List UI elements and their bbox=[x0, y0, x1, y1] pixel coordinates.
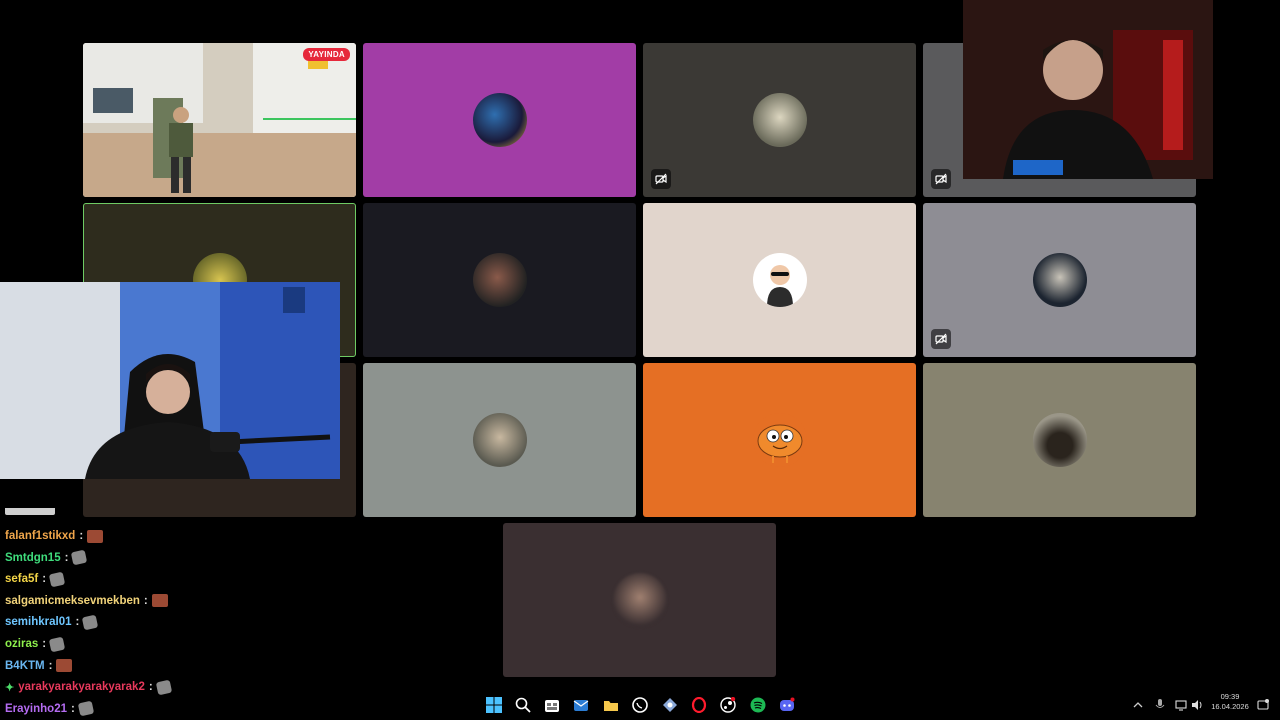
volume-icon[interactable] bbox=[1190, 698, 1204, 712]
tile-participant-7[interactable] bbox=[643, 203, 916, 357]
chat-username[interactable]: Smtdgn15 bbox=[5, 552, 61, 564]
avatar bbox=[1032, 253, 1087, 307]
game-icon[interactable] bbox=[660, 695, 680, 715]
clock-time: 09:39 bbox=[1220, 692, 1240, 701]
muted-camera-badge bbox=[931, 169, 951, 189]
avatar bbox=[752, 93, 807, 147]
widgets-icon[interactable] bbox=[542, 695, 562, 715]
taskbar bbox=[0, 690, 1280, 720]
chat-username[interactable]: sefa5f bbox=[5, 573, 38, 585]
webcam-feed bbox=[0, 282, 340, 479]
spotify-icon[interactable] bbox=[748, 695, 768, 715]
muted-camera-badge bbox=[651, 169, 671, 189]
avatar bbox=[472, 253, 527, 307]
chat-username[interactable]: B4KTM bbox=[5, 660, 45, 672]
avatar bbox=[752, 413, 807, 467]
clock-date: 16.04.2026 bbox=[1211, 702, 1249, 711]
chat-separator: : bbox=[79, 530, 84, 542]
tile-participant-10[interactable] bbox=[363, 363, 636, 517]
avatar bbox=[612, 573, 667, 627]
mail-icon[interactable] bbox=[571, 695, 591, 715]
chat-separator: : bbox=[42, 638, 47, 650]
chat-message: sefa5f: bbox=[5, 569, 66, 589]
tile-participant-13[interactable] bbox=[503, 523, 776, 677]
steam-icon[interactable] bbox=[718, 695, 738, 715]
avatar bbox=[752, 253, 807, 307]
avatar bbox=[472, 413, 527, 467]
tile-participant-11[interactable] bbox=[643, 363, 916, 517]
notification-icon[interactable] bbox=[1256, 698, 1270, 712]
chat-message: Smtdgn15: bbox=[5, 548, 88, 568]
chat-message: B4KTM: bbox=[5, 656, 73, 676]
live-badge: YAYINDA bbox=[303, 48, 350, 61]
whatsapp-icon[interactable] bbox=[630, 695, 650, 715]
avatar bbox=[1032, 413, 1087, 467]
tile-participant-2[interactable] bbox=[363, 43, 636, 197]
microphone-icon[interactable] bbox=[1153, 698, 1167, 712]
avatar bbox=[472, 93, 527, 147]
muted-camera-badge bbox=[931, 329, 951, 349]
chat-separator: : bbox=[64, 551, 69, 564]
pet-emote-icon bbox=[48, 636, 66, 652]
tile-participant-6[interactable] bbox=[363, 203, 636, 357]
windows-start-icon[interactable] bbox=[484, 695, 504, 715]
chevron-up-icon[interactable] bbox=[1131, 698, 1145, 712]
chat-separator: : bbox=[42, 573, 47, 586]
chat-message: oziras: bbox=[5, 634, 66, 654]
emote-image bbox=[56, 659, 73, 673]
camera-off-icon bbox=[935, 333, 947, 345]
tile-participant-3[interactable] bbox=[643, 43, 916, 197]
chat-username[interactable]: salgamicmeksevmekben bbox=[5, 595, 140, 607]
chat-message: salgamicmeksevmekben: bbox=[5, 591, 168, 611]
chat-username[interactable]: oziras bbox=[5, 638, 38, 650]
cartoon-avatar-icon bbox=[766, 265, 793, 307]
file-explorer-icon[interactable] bbox=[601, 695, 621, 715]
discord-icon[interactable] bbox=[777, 695, 797, 715]
emote-image bbox=[87, 529, 104, 543]
tile-participant-8[interactable] bbox=[923, 203, 1196, 357]
opera-icon[interactable] bbox=[689, 695, 709, 715]
emote-image bbox=[151, 594, 168, 608]
chat-line-partial bbox=[5, 508, 65, 515]
chat-username[interactable]: falanf1stikxd bbox=[5, 530, 75, 542]
pet-emote-icon bbox=[82, 614, 99, 631]
gumball-darwin-icon bbox=[757, 424, 802, 463]
webcam-feed bbox=[963, 0, 1213, 179]
search-icon[interactable] bbox=[513, 695, 533, 715]
taskbar-clock[interactable]: 09:39 16.04.2026 bbox=[1204, 692, 1256, 712]
chat-separator: : bbox=[48, 659, 53, 672]
chat-separator: : bbox=[75, 616, 80, 629]
tile-game-screenshare[interactable]: YAYINDA bbox=[83, 43, 356, 197]
tile-participant-12[interactable] bbox=[923, 363, 1196, 517]
chat-message: falanf1stikxd: bbox=[5, 526, 104, 546]
network-icon[interactable] bbox=[1174, 698, 1188, 712]
chat-username[interactable]: semihkral01 bbox=[5, 616, 72, 628]
chat-separator: : bbox=[143, 594, 148, 607]
chat-message: semihkral01: bbox=[5, 612, 99, 632]
streamer-webcam-top-right bbox=[963, 0, 1213, 179]
camera-off-icon bbox=[935, 173, 947, 185]
camera-off-icon bbox=[655, 173, 667, 185]
streamer-webcam-left bbox=[0, 282, 340, 479]
pet-emote-icon bbox=[48, 571, 66, 588]
pet-emote-icon bbox=[71, 549, 88, 566]
game-screenshare-image bbox=[83, 43, 356, 197]
